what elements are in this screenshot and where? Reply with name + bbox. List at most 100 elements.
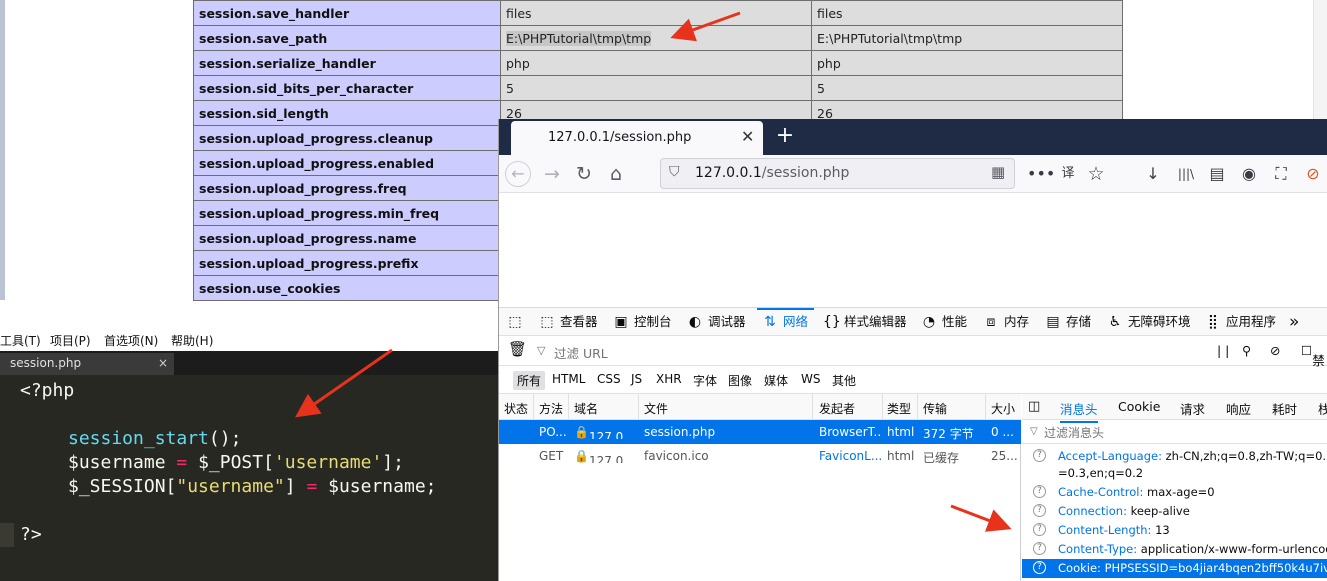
url-filter-input[interactable]: 过滤 URL [554, 343, 608, 362]
more-icon[interactable]: ••• [1027, 160, 1055, 188]
screenshot-icon[interactable]: ⛶ [1268, 160, 1294, 188]
tab-response[interactable]: 响应 [1226, 399, 1251, 418]
type-media[interactable]: 媒体 [764, 372, 788, 389]
type-all[interactable]: 所有 [513, 371, 546, 390]
header-value: keep-alive [1130, 504, 1190, 518]
help-icon[interactable]: ? [1033, 485, 1046, 498]
details-pane-icon[interactable]: ◫ [1028, 399, 1040, 414]
col-file[interactable]: 文件 [644, 400, 668, 417]
type-js[interactable]: JS [631, 372, 642, 386]
qr-code-icon[interactable]: ▦ [991, 163, 1005, 181]
forward-icon[interactable]: → [538, 160, 566, 188]
menu-tools[interactable]: 工具(T) [0, 332, 41, 349]
tab-style-editor[interactable]: {} 样式编辑器 [823, 308, 907, 336]
help-icon[interactable]: ? [1033, 449, 1046, 462]
header-row[interactable]: ? Cache-Control: max-age=0 [1022, 483, 1327, 502]
config-key: session.upload_progress.min_freq [193, 200, 501, 226]
type-images[interactable]: 图像 [728, 372, 752, 389]
tab-network[interactable]: ⇅ 网络 [757, 308, 815, 336]
sidebar-icon[interactable]: ▤ [1204, 160, 1230, 188]
navigation-toolbar: ← → ↻ ⌂ ⛉ 127.0.0.1/session.php ▦ ••• 译 … [499, 155, 1327, 193]
new-tab-button[interactable]: + [771, 122, 799, 150]
disable-cache-checkbox[interactable]: ☐ 禁 [1301, 343, 1325, 368]
header-row-cookie[interactable]: ? Cookie: PHPSESSID=bo4jiar4bqen2bff50k4… [1022, 559, 1327, 578]
inspector-pick-icon[interactable]: ⬚ [507, 308, 528, 336]
tab-stack[interactable]: 栈 [1318, 399, 1327, 418]
type-other[interactable]: 其他 [832, 372, 856, 389]
request-type: html [887, 449, 915, 463]
close-icon[interactable]: × [158, 356, 168, 370]
code-area[interactable]: <?php session_start(); $username = $_POS… [0, 375, 499, 581]
menu-preferences[interactable]: 首选项(N) [104, 332, 158, 349]
download-icon[interactable]: ↓ [1140, 160, 1166, 188]
help-icon[interactable]: ? [1033, 504, 1046, 517]
overflow-icon[interactable]: » [1289, 308, 1299, 336]
editor-tab-session[interactable]: session.php × [0, 353, 174, 375]
request-initiator[interactable]: FaviconL... [819, 449, 881, 463]
col-size[interactable]: 大小 [991, 400, 1015, 417]
shield-icon[interactable]: ⛉ [669, 164, 680, 180]
help-icon[interactable]: ? [1033, 542, 1046, 555]
screenshot-root: session.save_handler files files session.sa… [0, 0, 1327, 581]
page-scrollbar[interactable] [1313, 0, 1327, 120]
header-row[interactable]: ? Content-Type: application/x-www-form-u… [1022, 540, 1327, 559]
tab-debugger[interactable]: ◐ 调试器 [687, 308, 746, 336]
request-row[interactable]: 404 GET 🔒 127.0.... favicon.ico FaviconL… [499, 444, 1021, 468]
trash-icon[interactable]: 🗑 [508, 340, 527, 358]
pause-icon[interactable]: | | [1217, 343, 1229, 358]
header-row[interactable]: ? Connection: keep-alive [1022, 502, 1327, 521]
line-gutter-marker [0, 523, 14, 547]
bookmark-star-icon[interactable]: ☆ [1083, 160, 1109, 188]
col-initiator[interactable]: 发起者 [819, 400, 855, 417]
col-transfer[interactable]: 传输 [923, 400, 947, 417]
url-text[interactable]: 127.0.0.1/session.php [695, 165, 849, 181]
header-row[interactable]: ? Content-Length: 13 [1022, 521, 1327, 540]
type-xhr[interactable]: XHR [656, 372, 682, 386]
tab-cookies[interactable]: Cookie [1118, 399, 1160, 414]
menu-help[interactable]: 帮助(H) [171, 332, 213, 349]
translate-icon[interactable]: 译 [1055, 160, 1081, 188]
library-icon[interactable]: |||\ [1173, 160, 1199, 188]
type-fonts[interactable]: 字体 [693, 372, 717, 389]
headers-filter-input[interactable]: 过滤消息头 [1044, 424, 1104, 441]
tab-storage[interactable]: ▤ 存储 [1045, 308, 1091, 336]
account-icon[interactable]: ◉ [1236, 160, 1262, 188]
block-icon[interactable]: ⊘ [1270, 343, 1280, 358]
network-filter-bar: 🗑 ▽ 过滤 URL | | ⚲ ⊘ ☐ 禁 [499, 336, 1327, 368]
tab-request[interactable]: 请求 [1180, 399, 1205, 418]
request-method: PO... [539, 425, 567, 439]
config-row: session.serialize_handler php php [193, 50, 1123, 76]
request-row[interactable]: 200 PO... 🔒 127.0.... session.php Browse… [499, 420, 1021, 444]
type-html[interactable]: HTML [552, 372, 585, 386]
type-ws[interactable]: WS [801, 372, 820, 386]
php-close-tag: ?> [20, 524, 42, 545]
col-domain[interactable]: 域名 [574, 400, 598, 417]
devtools-panel: ⬚ ⬚ 查看器 ▣ 控制台 ◐ 调试器 ⇅ 网络 {} 样式编辑器 ◔ 性能 ⧈ 内存 ▤ 存储… [499, 307, 1327, 581]
tab-memory[interactable]: ⧈ 内存 [983, 308, 1029, 336]
reload-icon[interactable]: ↻ [570, 160, 598, 188]
col-type[interactable]: 类型 [887, 400, 911, 417]
col-method[interactable]: 方法 [539, 400, 563, 417]
tab-console[interactable]: ▣ 控制台 [613, 308, 671, 336]
back-icon[interactable]: ← [505, 161, 531, 187]
devtools-tabs: ⬚ ⬚ 查看器 ▣ 控制台 ◐ 调试器 ⇅ 网络 {} 样式编辑器 ◔ 性能 ⧈ 内存 ▤ 存储… [499, 308, 1327, 336]
headers-filter[interactable]: ▽ 过滤消息头 [1022, 420, 1327, 444]
browser-tab-session[interactable]: 127.0.0.1/session.php ✕ [511, 121, 763, 155]
tab-accessibility[interactable]: ♿ 无障碍环境 [1107, 308, 1191, 336]
request-type-filters: 所有 HTML CSS JS XHR 字体 图像 媒体 WS 其他 [499, 366, 1327, 394]
type-css[interactable]: CSS [597, 372, 621, 386]
config-row: session.sid_bits_per_character 5 5 [193, 75, 1123, 101]
addon-icon[interactable]: ⊘ [1300, 160, 1326, 188]
help-icon[interactable]: ? [1033, 523, 1046, 536]
home-icon[interactable]: ⌂ [602, 160, 630, 188]
search-icon[interactable]: ⚲ [1242, 343, 1251, 358]
col-status[interactable]: 状态 [504, 400, 528, 417]
help-icon[interactable]: ? [1033, 561, 1046, 574]
tab-performance[interactable]: ◔ 性能 [921, 308, 967, 336]
menu-project[interactable]: 项目(P) [50, 332, 91, 349]
tab-inspector[interactable]: ⬚ 查看器 [539, 308, 597, 336]
close-icon[interactable]: ✕ [741, 127, 754, 146]
url-bar[interactable]: ⛉ 127.0.0.1/session.php ▦ [660, 158, 1015, 189]
tab-timings[interactable]: 耗时 [1272, 399, 1297, 418]
tab-application[interactable]: ⣿ 应用程序 [1205, 308, 1276, 336]
